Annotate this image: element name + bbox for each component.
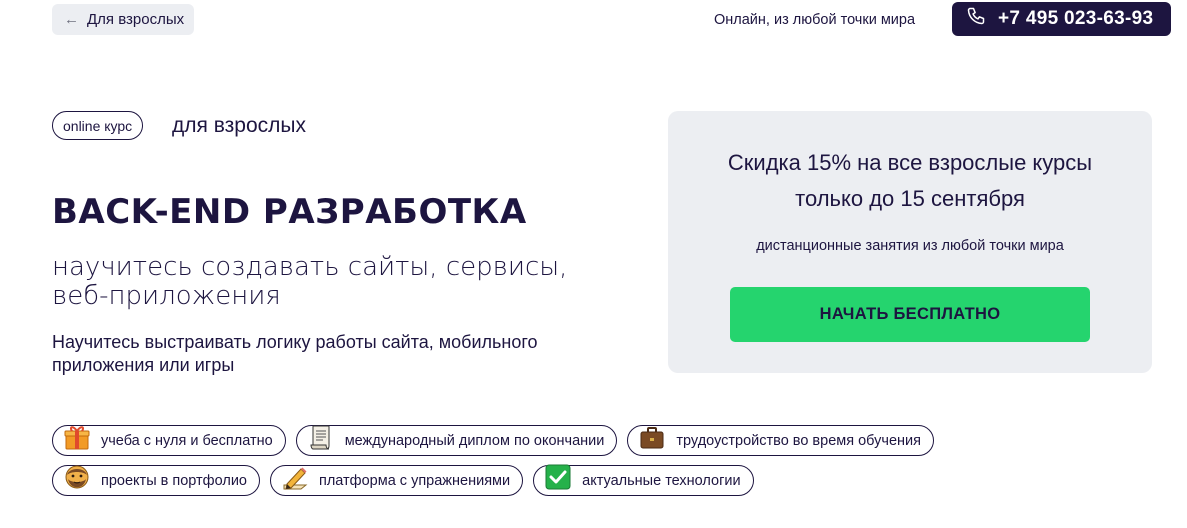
back-to-adults-button[interactable]: ← Для взрослых (52, 4, 195, 35)
phone-button[interactable]: +7 495 023-63-93 (952, 2, 1171, 36)
checkmark-icon (544, 463, 572, 491)
phone-number: +7 495 023-63-93 (998, 8, 1154, 29)
feature-label: трудоустройство во время обучения (676, 432, 921, 449)
promo-title: Скидка 15% на все взрослые курсы только … (668, 145, 1152, 217)
promo-subtitle: дистанционные занятия из любой точки мир… (756, 238, 1064, 254)
promo-title-line1: Скидка 15% на все взрослые курсы (727, 150, 1093, 175)
back-button-label: Для взрослых (87, 11, 185, 28)
page-subtitle: научитесь создавать сайты, сервисы, веб-… (52, 252, 568, 311)
location-text: Онлайн, из любой точки мира (714, 12, 916, 28)
audience-label: для взрослых (172, 114, 306, 137)
feature-label: проекты в портфолио (101, 472, 247, 489)
features-list: учеба с нуля и бесплатно международный д… (52, 425, 1152, 505)
phone-icon (966, 6, 986, 32)
feature-item-technologies: актуальные технологии (533, 463, 754, 496)
bearded-face-icon (63, 463, 91, 491)
course-format-badge: online курс (52, 111, 144, 140)
feature-label: платформа с упражнениями (318, 472, 511, 489)
feature-item-employment: трудоустройство во время обучения (627, 425, 934, 456)
feature-item-diploma: международный диплом по окончании (295, 423, 618, 456)
briefcase-icon (638, 423, 666, 451)
arrow-left-icon: ← (64, 11, 79, 28)
start-free-button[interactable]: НАЧАТЬ БЕСПЛАТНО (730, 287, 1090, 342)
feature-item-portfolio: проекты в портфолио (52, 465, 260, 496)
feature-item-free-learning: учеба с нуля и бесплатно (52, 425, 286, 456)
feature-label: международный диплом по окончании (344, 432, 605, 449)
feature-item-platform: платформа с упражнениями (269, 463, 524, 496)
promo-title-line2: только до 15 сентября (795, 186, 1025, 211)
feature-label: учеба с нуля и бесплатно (101, 432, 273, 449)
feature-label: актуальные технологии (582, 472, 741, 489)
pencil-icon (281, 463, 309, 491)
page-title: BACK-END РАЗРАБОТКА (52, 192, 527, 232)
course-description: Научитесь выстраивать логику работы сайт… (52, 332, 538, 375)
scroll-icon (307, 423, 335, 451)
promo-card: Скидка 15% на все взрослые курсы только … (668, 111, 1152, 373)
gift-icon (63, 423, 91, 451)
